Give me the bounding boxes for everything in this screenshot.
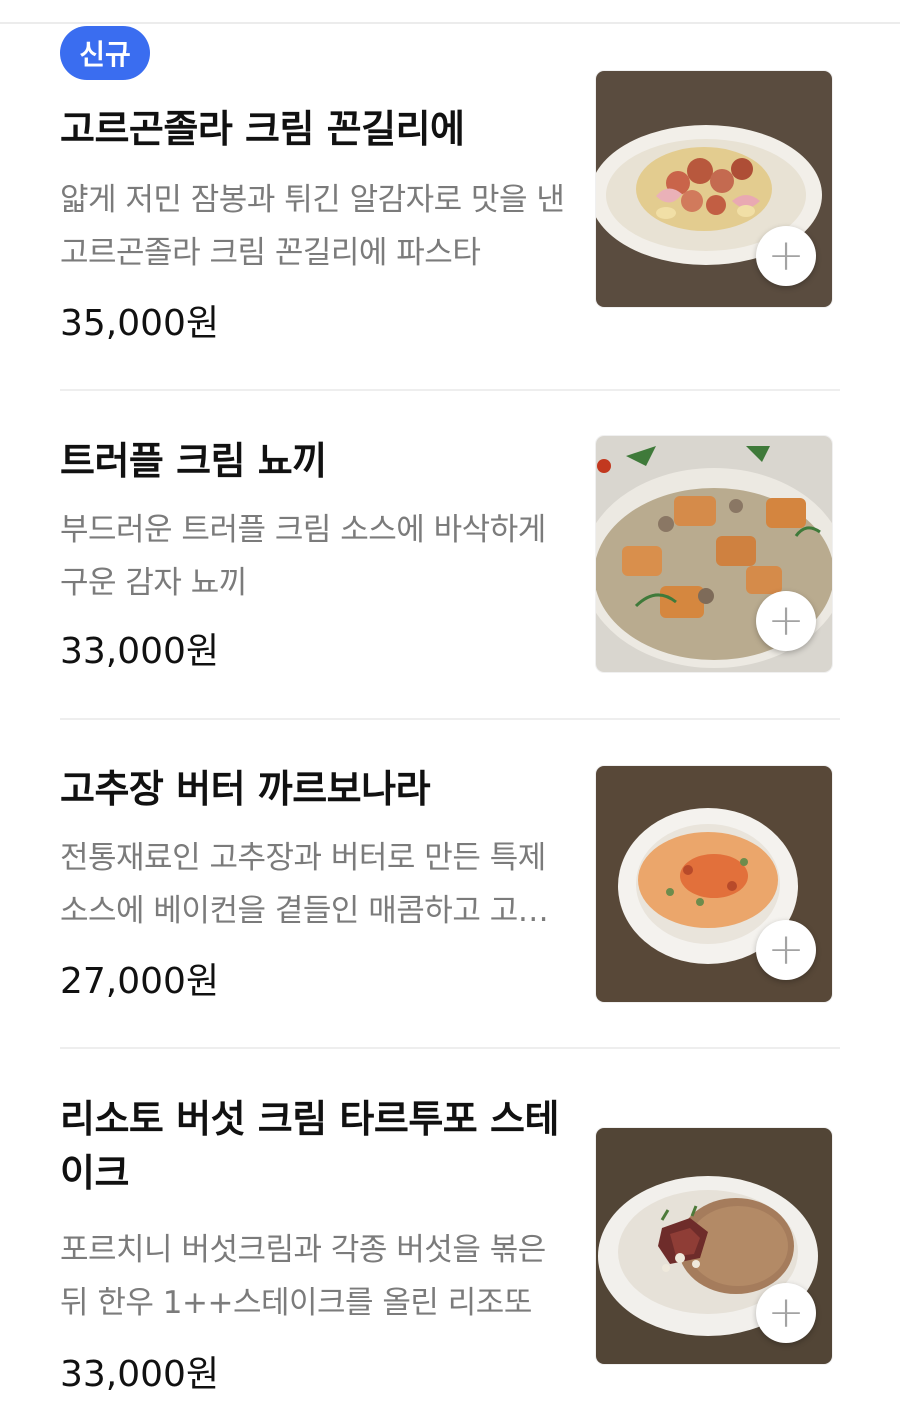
menu-item-description: 전통재료인 고추장과 버터로 만든 특제 소스에 베이컨을 곁들인 매콤하고 고… <box>60 840 549 929</box>
menu-item-name: 고추장 버터 까르보나라 <box>60 767 431 811</box>
plus-icon: + <box>767 1287 805 1338</box>
menu-item-price: 35,000원 <box>60 303 220 344</box>
menu-item-price: 33,000원 <box>60 1354 220 1395</box>
menu-item-description: 포르치니 버섯크림과 각종 버섯을 볶은 뒤 한우 1++스테이크를 올린 리조… <box>60 1232 546 1321</box>
menu-item-name: 고르곤졸라 크림 꼰길리에 <box>60 107 465 151</box>
menu-item-gochujang-carbonara[interactable]: 고추장 버터 까르보나라 전통재료인 고추장과 버터로 만든 특제 소스에 베이… <box>0 720 900 1050</box>
menu-item-name: 리소토 버섯 크림 타르투포 스테이크 <box>60 1097 559 1195</box>
menu-item-price: 33,000원 <box>60 631 220 672</box>
add-to-cart-button[interactable]: + <box>756 591 816 651</box>
menu-item-price: 27,000원 <box>60 961 220 1002</box>
add-to-cart-button[interactable]: + <box>756 226 816 286</box>
add-to-cart-button[interactable]: + <box>756 920 816 980</box>
add-to-cart-button[interactable]: + <box>756 1283 816 1343</box>
menu-item-description: 부드러운 트러플 크림 소스에 바삭하게 구운 감자 뇨끼 <box>60 512 546 601</box>
new-badge: 신규 <box>60 26 150 80</box>
menu-item-description: 얇게 저민 잠봉과 튀긴 알감자로 맛을 낸 고르곤졸라 크림 꼰길리에 파스타 <box>60 182 565 271</box>
menu-item-gorgonzola[interactable]: 신규 고르곤졸라 크림 꼰길리에 얇게 저민 잠봉과 튀긴 알감자로 맛을 낸 … <box>0 0 900 390</box>
menu-item-name: 트러플 크림 뇨끼 <box>60 439 327 483</box>
menu-item-truffle-gnocchi[interactable]: 트러플 크림 뇨끼 부드러운 트러플 크림 소스에 바삭하게 구운 감자 뇨끼 … <box>0 390 900 720</box>
item-divider <box>60 1047 840 1049</box>
menu-item-risotto-steak[interactable]: 리소토 버섯 크림 타르투포 스테이크 포르치니 버섯크림과 각종 버섯을 볶은… <box>0 1050 900 1405</box>
plus-icon: + <box>767 230 805 281</box>
plus-icon: + <box>767 595 805 646</box>
plus-icon: + <box>767 924 805 975</box>
